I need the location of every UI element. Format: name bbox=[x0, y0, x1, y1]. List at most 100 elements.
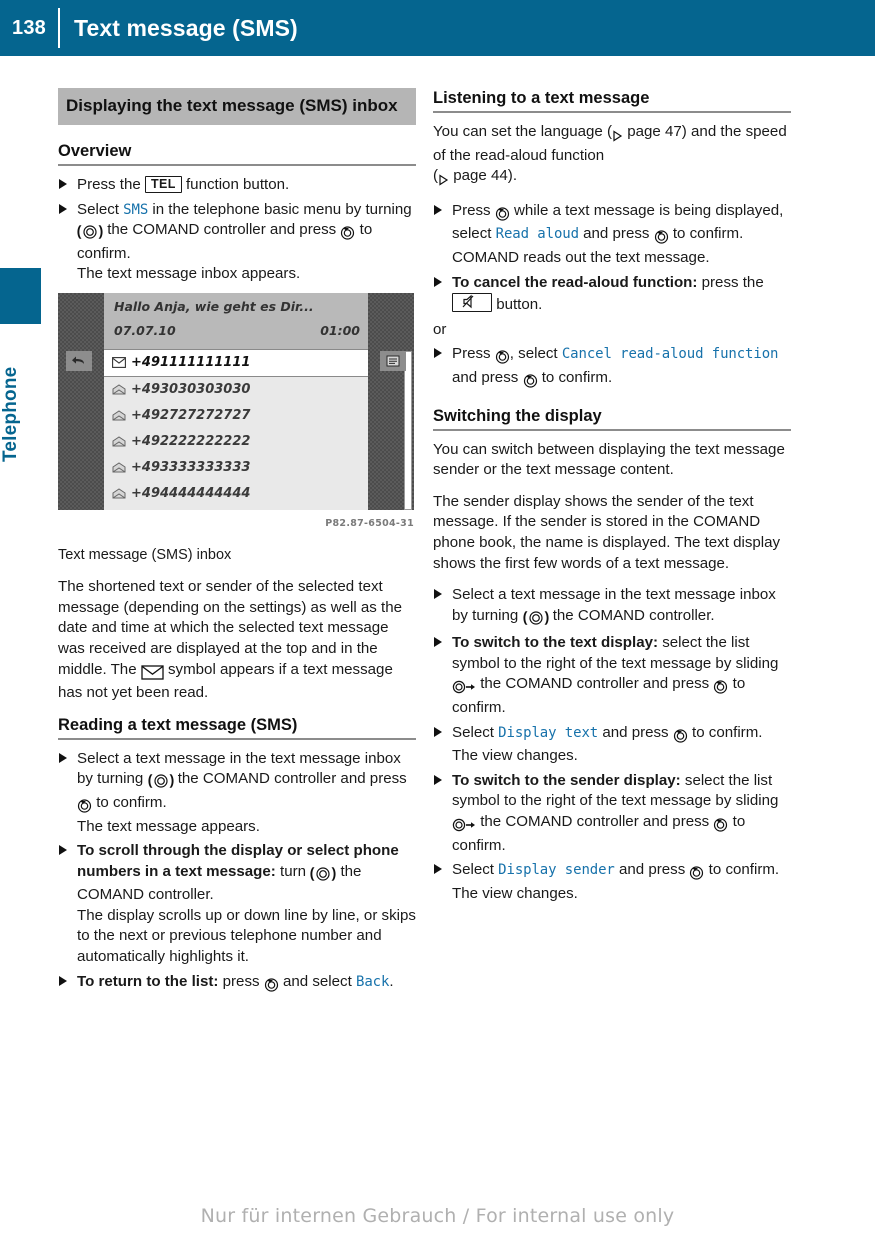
step-bold-text: To switch to the text display: bbox=[452, 634, 659, 652]
step-text: and press bbox=[583, 225, 650, 243]
list-item-number: +494444444444 bbox=[131, 485, 251, 501]
comand-press-icon bbox=[340, 223, 355, 244]
read-envelope-icon bbox=[112, 410, 126, 421]
comand-press-icon bbox=[654, 227, 669, 248]
message-time: 01:00 bbox=[320, 322, 360, 338]
step-triangle-icon bbox=[434, 864, 442, 875]
list-item[interactable]: +492222222222 bbox=[104, 429, 368, 455]
paragraph-text: page 44). bbox=[453, 167, 518, 185]
list-item[interactable]: +493030303030 bbox=[104, 377, 368, 403]
read-envelope-icon bbox=[112, 436, 126, 447]
step-triangle-icon bbox=[59, 752, 67, 763]
switching-paragraph-1: You can switch between displaying the te… bbox=[433, 440, 785, 479]
step-text: press bbox=[222, 972, 260, 990]
listening-heading: Listening to a text message bbox=[433, 89, 650, 107]
unread-envelope-icon bbox=[112, 357, 126, 369]
figure-caption: Text message (SMS) inbox bbox=[58, 546, 232, 563]
cross-reference-icon bbox=[438, 169, 449, 190]
sms-inbox-list[interactable]: +491111111111 +493030303030 +49272727272… bbox=[104, 348, 368, 510]
overview-heading: Overview bbox=[58, 142, 132, 160]
step-text: to confirm. bbox=[96, 793, 167, 811]
step-bold-text: To cancel the read-aloud function: bbox=[452, 273, 698, 291]
step-text: . bbox=[389, 972, 394, 990]
comand-display: Hallo Anja, wie geht es Dir... 07.07.10 … bbox=[58, 292, 414, 510]
list-item[interactable]: +491111111111 bbox=[104, 348, 368, 377]
ui-label-cancel-read-aloud: Cancel read-aloud function bbox=[561, 346, 779, 363]
left-column: Displaying the text message (SMS) inbox … bbox=[58, 88, 416, 1003]
step-triangle-icon bbox=[434, 348, 442, 359]
step-triangle-icon bbox=[434, 204, 442, 215]
comand-screenshot-figure: Hallo Anja, wie geht es Dir... 07.07.10 … bbox=[58, 292, 416, 565]
right-column: Listening to a text message You can set … bbox=[433, 88, 791, 912]
step-bold-text: To switch to the sender display: bbox=[452, 771, 681, 789]
ui-label-back: Back bbox=[355, 973, 390, 990]
or-separator: or bbox=[433, 320, 447, 338]
step-text: and select bbox=[282, 972, 352, 990]
switching-step-1: Select a text message in the text messag… bbox=[433, 585, 791, 629]
step-text: Select bbox=[452, 723, 494, 741]
heading-rule bbox=[433, 428, 791, 431]
listening-section: Listening to a text message You can set … bbox=[433, 88, 791, 392]
listening-step-1: Press while a text message is being disp… bbox=[433, 201, 791, 269]
scrollbar[interactable] bbox=[404, 350, 412, 510]
step-text: to confirm. bbox=[672, 225, 744, 243]
switching-step-3: Select Display text and press to confirm… bbox=[433, 723, 791, 767]
list-item[interactable]: +493333333333 bbox=[104, 455, 368, 481]
step-text: in the telephone basic menu by turning bbox=[152, 200, 412, 218]
comand-press-icon bbox=[713, 677, 728, 698]
ui-label-read-aloud: Read aloud bbox=[495, 226, 579, 243]
step-text: Select bbox=[77, 200, 119, 218]
back-arrow-icon[interactable] bbox=[66, 350, 92, 371]
step-triangle-icon bbox=[59, 179, 67, 189]
ui-label-sms: SMS bbox=[123, 201, 149, 218]
read-envelope-icon bbox=[112, 462, 126, 473]
step-triangle-icon bbox=[434, 276, 442, 287]
step-text: to confirm. bbox=[708, 861, 780, 879]
step-text: the COMAND controller and press bbox=[107, 221, 337, 239]
list-item[interactable]: +494444444444 bbox=[104, 481, 368, 507]
step-text: Press bbox=[452, 345, 491, 363]
list-item-number: +492222222222 bbox=[131, 433, 251, 449]
mute-button-icon bbox=[452, 293, 492, 313]
step-text: Press bbox=[452, 201, 491, 219]
switching-section: Switching the display You can switch bet… bbox=[433, 406, 791, 905]
comand-press-icon bbox=[264, 975, 279, 996]
display-bezel-left bbox=[58, 292, 104, 510]
heading-rule bbox=[58, 737, 416, 740]
overview-step-1: Press the TEL function button. bbox=[58, 175, 416, 196]
heading-rule bbox=[433, 111, 791, 113]
reading-step-1: Select a text message in the text messag… bbox=[58, 749, 416, 837]
step-result: The text message appears. bbox=[77, 817, 260, 835]
ui-label-display-sender: Display sender bbox=[498, 862, 615, 879]
page-body: Displaying the text message (SMS) inbox … bbox=[0, 56, 875, 1241]
step-text: and press bbox=[618, 861, 686, 879]
step-text: and press bbox=[452, 368, 519, 386]
comand-slide-right-icon bbox=[452, 815, 476, 836]
switching-step-5: Select Display sender and press to confi… bbox=[433, 860, 791, 904]
step-text: , select bbox=[509, 345, 558, 363]
ui-label-display-text: Display text bbox=[498, 724, 599, 741]
tel-button-icon: TEL bbox=[144, 176, 182, 193]
step-text: turn bbox=[280, 862, 307, 880]
step-result: The view changes. bbox=[452, 884, 578, 902]
read-envelope-icon bbox=[112, 384, 126, 395]
step-triangle-icon bbox=[434, 774, 442, 785]
step-triangle-icon bbox=[59, 845, 67, 856]
comand-press-icon bbox=[673, 726, 688, 747]
section-box-heading: Displaying the text message (SMS) inbox bbox=[58, 88, 416, 125]
reading-heading: Reading a text message (SMS) bbox=[58, 715, 298, 734]
listening-step-2: To cancel the read-aloud function: press… bbox=[433, 273, 791, 316]
switching-paragraph-2: The sender display shows the sender of t… bbox=[433, 492, 781, 572]
list-symbol-icon[interactable] bbox=[380, 350, 406, 371]
comand-slide-right-icon bbox=[452, 677, 476, 698]
list-item[interactable]: +492727272727 bbox=[104, 403, 368, 429]
envelope-symbol-icon bbox=[141, 663, 164, 684]
step-result: The text message inbox appears. bbox=[77, 265, 301, 283]
step-triangle-icon bbox=[434, 726, 442, 737]
step-text: the COMAND controller and press bbox=[480, 813, 710, 831]
comand-press-icon bbox=[77, 796, 92, 817]
listening-intro-paragraph: You can set the language ( page 47) and … bbox=[433, 122, 791, 190]
comand-press-icon bbox=[713, 815, 728, 836]
step-text: press the bbox=[701, 273, 764, 291]
heading-rule bbox=[58, 164, 416, 166]
